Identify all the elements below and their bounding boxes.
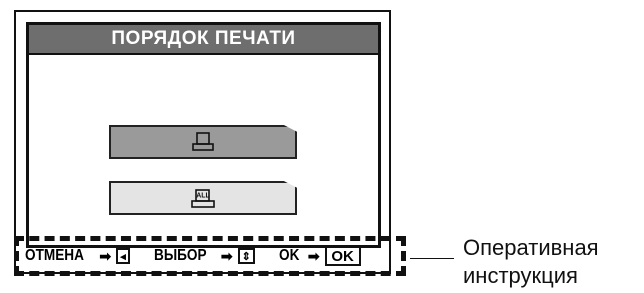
callout-line-1: Оперативная bbox=[463, 235, 599, 260]
callout-label: Оперативная инструкция bbox=[463, 234, 641, 290]
guide-arrow-icon: ➡ bbox=[99, 247, 112, 264]
guide-arrow-icon: ➡ bbox=[220, 247, 233, 264]
guide-arrow-icon: ➡ bbox=[307, 247, 320, 264]
option-all-print[interactable]: ALL bbox=[109, 181, 297, 215]
guide-select-label: ВЫБОР bbox=[154, 247, 207, 264]
all-print-icon: ALL bbox=[191, 189, 215, 208]
operation-guide-bar: ОТМЕНА ➡ ◂ ВЫБОР ➡ ⇕ OK ➡ OK bbox=[14, 236, 406, 276]
ok-key-icon: OK bbox=[324, 246, 361, 266]
camera-screen: ПОРЯДОК ПЕЧАТИ ALL bbox=[26, 22, 381, 248]
left-arrow-key-icon: ◂ bbox=[116, 248, 131, 264]
option-single-print[interactable] bbox=[109, 125, 297, 159]
guide-ok-label: OK bbox=[278, 247, 300, 264]
all-print-icon-text: ALL bbox=[196, 193, 210, 200]
callout-line bbox=[410, 258, 454, 259]
single-print-icon bbox=[192, 132, 214, 151]
callout-line-2: инструкция bbox=[463, 263, 578, 288]
up-down-key-icon: ⇕ bbox=[237, 248, 255, 264]
screen-title: ПОРЯДОК ПЕЧАТИ bbox=[29, 25, 378, 55]
guide-cancel-label: ОТМЕНА bbox=[25, 247, 84, 264]
